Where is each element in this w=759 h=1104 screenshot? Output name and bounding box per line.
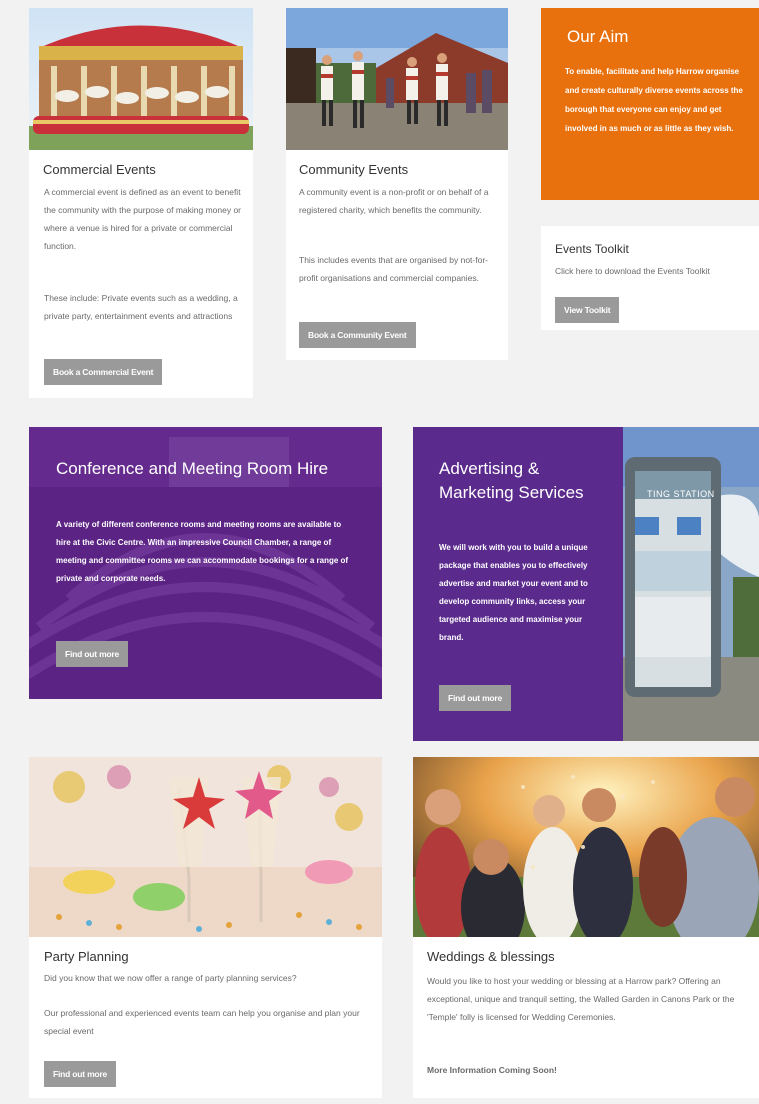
advertising-find-out-more-button[interactable]: Find out more bbox=[439, 685, 512, 711]
conference-text: A variety of different conference rooms … bbox=[56, 520, 349, 583]
our-aim-panel: Our Aim To enable, facilitate and help H… bbox=[541, 8, 759, 200]
advertising-text: We will work with you to build a unique … bbox=[439, 543, 588, 642]
commercial-events-para2: These include: Private events such as a … bbox=[44, 293, 238, 321]
weddings-text: Would you like to host your wedding or b… bbox=[427, 976, 735, 1022]
community-events-para2: This includes events that are organised … bbox=[299, 255, 488, 283]
book-community-event-button[interactable]: Book a Community Event bbox=[299, 322, 416, 348]
book-commercial-event-button[interactable]: Book a Commercial Event bbox=[44, 359, 163, 385]
weddings-title: Weddings & blessings bbox=[427, 949, 555, 964]
carousel-photo bbox=[29, 8, 253, 150]
our-aim-text: To enable, facilitate and help Harrow or… bbox=[565, 67, 743, 133]
community-events-para1: A community event is a non-profit or on … bbox=[299, 187, 489, 215]
advertising-title: Advertising & Marketing Services bbox=[439, 459, 584, 502]
advertising-sign-text: TING STATION bbox=[647, 489, 715, 499]
commercial-events-title: Commercial Events bbox=[43, 162, 156, 177]
events-toolkit-title: Events Toolkit bbox=[555, 242, 629, 256]
events-toolkit-text[interactable]: Click here to download the Events Toolki… bbox=[555, 262, 759, 280]
morris-dancers-photo bbox=[286, 8, 508, 150]
commercial-events-para1: A commercial event is defined as an even… bbox=[44, 187, 242, 251]
conference-find-out-more-button[interactable]: Find out more bbox=[56, 641, 129, 667]
conference-promo: Conference and Meeting Room Hire A varie… bbox=[29, 427, 382, 699]
view-toolkit-button[interactable]: View Toolkit bbox=[555, 297, 620, 323]
party-planning-para2: Our professional and experienced events … bbox=[44, 1008, 360, 1036]
wedding-photo bbox=[413, 757, 759, 937]
community-events-title: Community Events bbox=[299, 162, 409, 177]
advertising-promo: TING STATION Advertising & Marketing Ser… bbox=[413, 427, 759, 741]
party-planning-para1: Did you know that we now offer a range o… bbox=[44, 973, 297, 983]
party-photo bbox=[29, 757, 382, 937]
weddings-coming-soon: More Information Coming Soon! bbox=[427, 1065, 557, 1075]
party-planning-title: Party Planning bbox=[44, 949, 129, 964]
conference-title: Conference and Meeting Room Hire bbox=[56, 459, 329, 478]
our-aim-title: Our Aim bbox=[567, 27, 629, 46]
party-find-out-more-button[interactable]: Find out more bbox=[44, 1061, 117, 1087]
